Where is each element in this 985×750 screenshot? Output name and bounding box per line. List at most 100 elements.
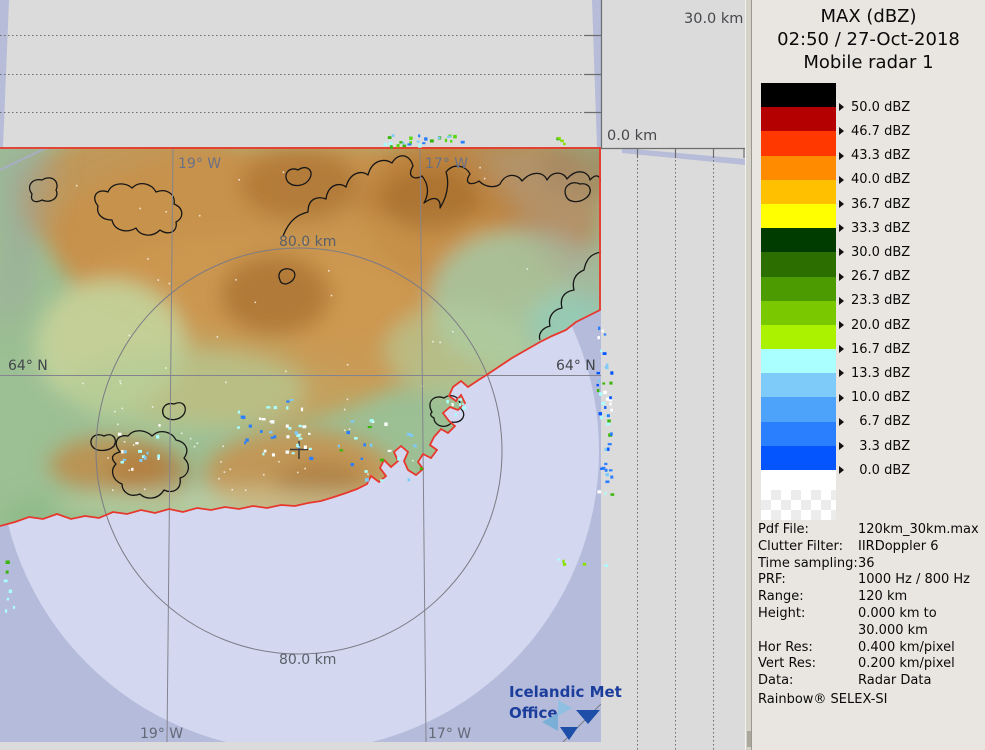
echo-pixel — [462, 403, 465, 406]
scale-tick-icon — [839, 103, 844, 112]
info-row: Height: 0.000 km to — [758, 605, 937, 621]
echo-pixel — [419, 467, 423, 470]
scale-label: 3.3 dBZ — [839, 437, 910, 455]
echo-pixel — [610, 432, 613, 436]
echo-pixel — [608, 469, 613, 472]
echo-pixel — [562, 559, 565, 564]
echo-pixel — [389, 145, 393, 149]
echo-pixel — [298, 437, 303, 440]
echo-pixel — [139, 459, 143, 462]
echo-pixel — [383, 142, 388, 147]
scale-tick-icon — [839, 369, 844, 378]
echo-pixel — [367, 426, 372, 429]
info-row: Pdf File: 120km_30km.max — [758, 522, 979, 537]
radar-application-window: { "panel": { "title": "MAX (dBZ)", "time… — [0, 0, 985, 750]
echo-pixel — [379, 458, 384, 462]
echo-pixel — [262, 452, 265, 456]
echo-pixel — [309, 456, 314, 461]
echo-pixel — [562, 562, 567, 566]
echo-pixel — [121, 449, 124, 454]
scale-tick-icon — [839, 175, 844, 184]
echo-pixel — [269, 420, 274, 423]
colorbar-cell — [761, 349, 836, 374]
echo-pixel — [461, 406, 466, 410]
splitter-handle-icon[interactable] — [747, 731, 751, 747]
echo-pixel — [6, 597, 10, 601]
info-row: 30.000 km — [858, 622, 928, 638]
colorbar-cell — [761, 324, 836, 350]
height-axis-bottom-label: 0.0 km — [607, 128, 657, 144]
radar-map[interactable]: 30.0 km 0.0 km 19° W 17° W 19° W 17° W 6… — [0, 0, 745, 750]
colorbar-cell — [761, 83, 836, 108]
echo-pixel — [291, 452, 295, 455]
echo-pixel — [424, 137, 428, 141]
echo-pixel — [298, 424, 302, 428]
echo-pixel — [399, 141, 403, 144]
echo-pixel — [458, 398, 463, 401]
echo-pixel — [444, 138, 448, 143]
echo-pixel — [266, 406, 271, 409]
echo-pixel — [601, 402, 606, 406]
echo-pixel — [459, 403, 461, 407]
echo-pixel — [387, 449, 392, 452]
echo-pixel — [273, 406, 278, 410]
scale-label: 13.3 dBZ — [839, 364, 910, 382]
echo-pixel — [596, 383, 599, 387]
product-timestamp: 02:50 / 27-Oct-2018 — [777, 29, 960, 50]
echo-pixel — [271, 453, 275, 457]
echo-pixel — [407, 478, 411, 482]
echo-pixel — [370, 443, 373, 447]
echo-pixel — [354, 437, 358, 440]
echo-pixel — [447, 135, 452, 138]
scale-label: 26.7 dBZ — [839, 268, 910, 286]
echo-pixel — [603, 390, 607, 395]
echo-pixel — [409, 136, 413, 140]
echo-pixel — [131, 467, 134, 471]
logo-text: Icelandic Met — [509, 683, 622, 701]
echo-pixel — [8, 589, 13, 593]
echo-pixel — [437, 136, 441, 139]
echo-pixel — [369, 419, 374, 423]
echo-pixel — [600, 349, 603, 353]
echo-pixel — [380, 479, 384, 482]
panel-splitter[interactable] — [745, 0, 752, 750]
colorbar-transparent-cell — [761, 490, 836, 520]
product-title: MAX (dBZ) — [820, 6, 917, 27]
legend-panel: MAX (dBZ) 02:50 / 27-Oct-2018 Mobile rad… — [745, 0, 985, 750]
echo-pixel — [269, 431, 273, 434]
echo-pixel — [387, 136, 392, 139]
echo-pixel — [604, 564, 608, 567]
echo-pixel — [309, 447, 312, 451]
meridian-label: 17° W — [428, 726, 471, 742]
echo-pixel — [302, 425, 307, 429]
echo-pixel — [365, 478, 369, 482]
product-info-list: Pdf File: 120km_30km.max Clutter Filter: II… — [758, 522, 980, 690]
echo-pixel — [460, 140, 465, 144]
echo-pixel — [391, 134, 395, 137]
echo-pixel — [563, 142, 566, 146]
echo-pixel — [604, 462, 608, 466]
echo-pixel — [402, 141, 405, 145]
echo-pixel — [600, 416, 604, 420]
info-row: Clutter Filter: IIRDoppler 6 — [758, 538, 939, 554]
echo-pixel — [557, 558, 560, 561]
echo-pixel — [413, 444, 417, 448]
scale-tick-icon — [839, 224, 844, 233]
info-row: Hor Res: 0.400 km/pixel — [758, 639, 955, 655]
scale-tick-icon — [839, 248, 844, 257]
echo-pixel — [453, 134, 457, 139]
colorbar-cell — [761, 252, 836, 277]
info-row: PRF: 1000 Hz / 800 Hz — [758, 572, 971, 588]
echo-pixel — [610, 408, 613, 412]
echo-pixel — [260, 430, 263, 433]
echo-pixel — [601, 329, 604, 333]
echo-pixel — [388, 141, 393, 145]
echo-pixel — [122, 458, 127, 461]
height-axis-top-label: 30.0 km — [684, 11, 743, 27]
software-name: Rainbow® SELEX-SI — [758, 692, 888, 707]
echo-pixel — [598, 326, 601, 331]
info-row: Range: 120 km — [758, 589, 908, 605]
echo-pixel — [240, 415, 243, 419]
colorbar-cell — [761, 179, 836, 204]
echo-pixel — [605, 473, 609, 476]
